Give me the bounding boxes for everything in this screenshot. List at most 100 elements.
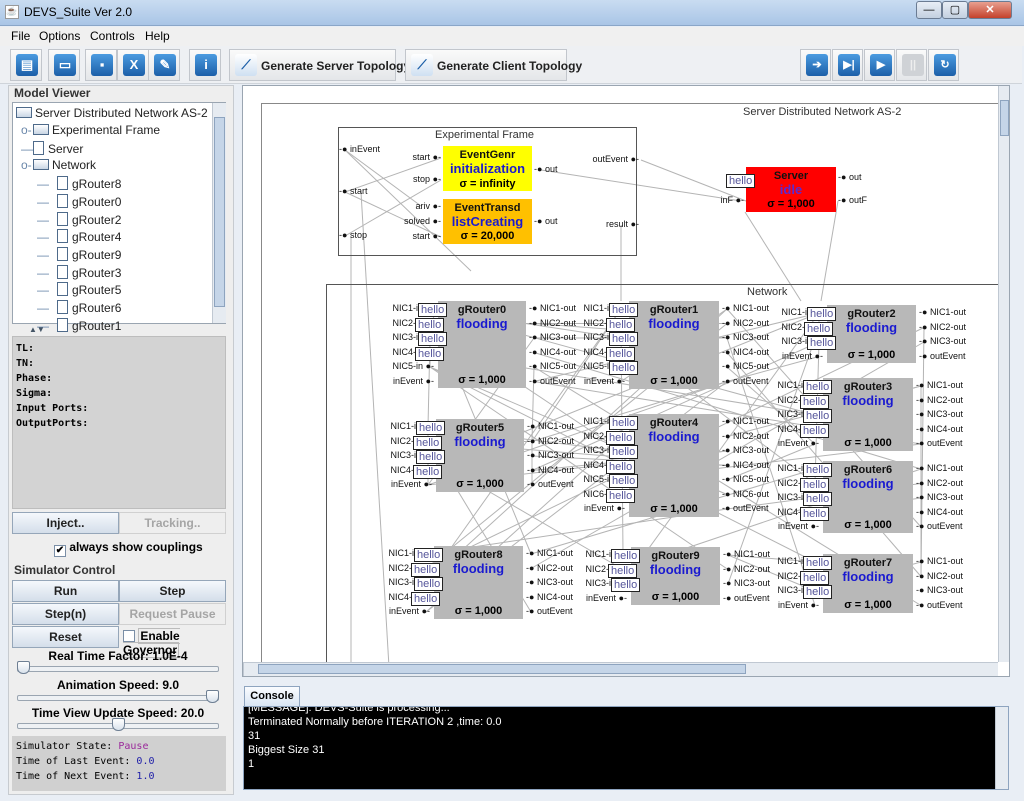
port[interactable]: -● NIC3-out bbox=[916, 492, 963, 502]
port[interactable]: -● outEvent bbox=[916, 438, 962, 448]
port[interactable]: -● outEvent bbox=[526, 606, 572, 616]
open-folder-button[interactable]: ▭ bbox=[48, 49, 80, 81]
tree-node-grouter2[interactable]: — gRouter2 bbox=[37, 211, 121, 227]
port[interactable]: -● NIC2-out bbox=[916, 571, 963, 581]
port[interactable]: -● NIC2-out bbox=[919, 322, 966, 332]
port[interactable]: -● NIC1-out bbox=[916, 556, 963, 566]
port[interactable]: inEvent ●- bbox=[389, 606, 430, 616]
port[interactable]: inEvent ●- bbox=[782, 351, 823, 361]
tree-root[interactable]: Server Distributed Network AS-2 bbox=[16, 106, 208, 120]
scroll-thumb[interactable] bbox=[1000, 100, 1009, 136]
port[interactable]: -● NIC3-out bbox=[529, 332, 576, 342]
port[interactable]: solved ●- bbox=[404, 216, 441, 226]
step-arrow-button[interactable]: ➔ bbox=[800, 49, 831, 81]
model-canvas[interactable]: Server Distributed Network AS-2 Experimen… bbox=[242, 85, 1010, 677]
atomic-model-grouter6[interactable]: gRouter6 flooding σ = 1,000 bbox=[823, 461, 913, 533]
port[interactable]: -● NIC4-out bbox=[916, 424, 963, 434]
tree-node-network[interactable]: o- Network bbox=[21, 158, 96, 172]
port[interactable]: -● NIC6-out bbox=[722, 489, 769, 499]
port[interactable]: ariv ●- bbox=[416, 201, 441, 211]
port[interactable]: -● NIC3-out bbox=[916, 409, 963, 419]
port[interactable]: -● outEvent bbox=[919, 351, 965, 361]
expand-handle-icon[interactable]: o- bbox=[21, 123, 33, 137]
port[interactable]: -● NIC1-out bbox=[919, 307, 966, 317]
console-scrollbar[interactable] bbox=[995, 707, 1008, 789]
port[interactable]: -● start bbox=[339, 186, 367, 196]
new-document-button[interactable]: ▤ bbox=[10, 49, 42, 81]
generate-server-topology-button[interactable]: ⟋ Generate Server Topology bbox=[229, 49, 410, 81]
step-n-button[interactable]: Step(n) bbox=[12, 603, 119, 625]
checkbox-checked-icon[interactable]: ✔ bbox=[54, 545, 66, 557]
horizontal-scrollbar[interactable] bbox=[243, 662, 998, 676]
maximize-button[interactable]: ▢ bbox=[942, 1, 968, 19]
tree-node-grouter5[interactable]: — gRouter5 bbox=[37, 282, 121, 297]
tree-node-grouter3[interactable]: — gRouter3 bbox=[37, 264, 121, 280]
port[interactable]: inEvent ●- bbox=[393, 376, 434, 386]
port[interactable]: -● NIC2-out bbox=[722, 318, 769, 328]
port[interactable]: -● out bbox=[534, 216, 557, 226]
port[interactable]: -● NIC2-out bbox=[529, 318, 576, 328]
step-button[interactable]: Step bbox=[119, 580, 226, 602]
port[interactable]: -● NIC2-out bbox=[527, 436, 574, 446]
export-button[interactable]: X bbox=[117, 49, 149, 81]
atomic-model-eventgenr[interactable]: EventGenr initialization σ = infinity bbox=[443, 146, 532, 191]
port[interactable]: -● NIC5-out bbox=[529, 361, 576, 371]
port[interactable]: -● outEvent bbox=[529, 376, 575, 386]
port[interactable]: stop ●- bbox=[413, 174, 441, 184]
reset-button[interactable]: Reset bbox=[12, 626, 119, 648]
port[interactable]: -● NIC5-out bbox=[722, 361, 769, 371]
slider[interactable] bbox=[17, 690, 219, 703]
port[interactable]: inEvent ●- bbox=[778, 438, 819, 448]
port[interactable]: -● NIC1-out bbox=[723, 549, 770, 559]
port[interactable]: -● outF bbox=[838, 195, 867, 205]
run-button[interactable]: Run bbox=[12, 580, 119, 602]
info-bubble-button[interactable]: i bbox=[189, 49, 221, 81]
inject-button[interactable]: Inject.. bbox=[12, 512, 119, 534]
scroll-thumb[interactable] bbox=[214, 117, 225, 307]
save-button[interactable]: ▪ bbox=[85, 49, 117, 81]
port[interactable]: inEvent ●- bbox=[391, 479, 432, 489]
port[interactable]: -● NIC1-out bbox=[527, 421, 574, 431]
port[interactable]: -● outEvent bbox=[722, 503, 768, 513]
tree-node-grouter8[interactable]: — gRouter8 bbox=[37, 176, 121, 191]
atomic-model-grouter3[interactable]: gRouter3 flooding σ = 1,000 bbox=[823, 378, 913, 451]
port[interactable]: -● NIC1-out bbox=[526, 548, 573, 558]
port[interactable]: -● NIC3-out bbox=[526, 577, 573, 587]
vertical-scrollbar[interactable] bbox=[998, 86, 1009, 662]
atomic-model-grouter4[interactable]: gRouter4 flooding σ = 1,000 bbox=[629, 414, 719, 517]
port[interactable]: -● stop bbox=[339, 230, 367, 240]
port[interactable]: -● out bbox=[534, 164, 557, 174]
port[interactable]: -● NIC4-out bbox=[916, 507, 963, 517]
menu-options[interactable]: Options bbox=[39, 29, 80, 43]
port[interactable]: -● NIC3-out bbox=[916, 585, 963, 595]
minimize-button[interactable]: — bbox=[916, 1, 942, 19]
port[interactable]: -● NIC3-out bbox=[722, 445, 769, 455]
tree-node-grouter6[interactable]: — gRouter6 bbox=[37, 300, 121, 315]
atomic-model-grouter8[interactable]: gRouter8 flooding σ = 1,000 bbox=[434, 546, 523, 619]
port[interactable]: -● NIC4-out bbox=[529, 347, 576, 357]
atomic-model-server[interactable]: Server idle σ = 1,000 bbox=[746, 167, 836, 212]
atomic-model-eventtransd[interactable]: EventTransd listCreating σ = 20,000 bbox=[443, 199, 532, 244]
tree-node-server[interactable]: — Server bbox=[21, 140, 83, 156]
menu-controls[interactable]: Controls bbox=[90, 29, 135, 43]
step-end-button[interactable]: ▶| bbox=[832, 49, 863, 81]
always-show-couplings[interactable]: ✔ always show couplings bbox=[54, 540, 203, 557]
port[interactable]: -● NIC3-out bbox=[722, 332, 769, 342]
port[interactable]: -● outEvent bbox=[916, 521, 962, 531]
atomic-model-grouter0[interactable]: gRouter0 flooding σ = 1,000 bbox=[438, 301, 526, 388]
generate-client-topology-button[interactable]: ⟋ Generate Client Topology bbox=[405, 49, 582, 81]
wrench-button[interactable]: ✎ bbox=[148, 49, 180, 81]
port[interactable]: NIC5-in ●- bbox=[393, 361, 434, 371]
port[interactable]: -● NIC1-out bbox=[722, 303, 769, 313]
port[interactable]: -● outEvent bbox=[723, 593, 769, 603]
port[interactable]: -● NIC2-out bbox=[916, 478, 963, 488]
reset-button[interactable]: ↻ bbox=[928, 49, 959, 81]
split-arrows[interactable]: ▲▼ bbox=[29, 325, 45, 334]
port[interactable]: -● inEvent bbox=[339, 144, 380, 154]
port[interactable]: inEvent ●- bbox=[586, 593, 627, 603]
checkbox-unchecked-icon[interactable] bbox=[123, 630, 135, 642]
atomic-model-grouter2[interactable]: gRouter2 flooding σ = 1,000 bbox=[827, 305, 916, 363]
port[interactable]: -● outEvent bbox=[722, 376, 768, 386]
port[interactable]: -● NIC3-out bbox=[527, 450, 574, 460]
tree-node-experimental-frame[interactable]: o- Experimental Frame bbox=[21, 123, 160, 137]
